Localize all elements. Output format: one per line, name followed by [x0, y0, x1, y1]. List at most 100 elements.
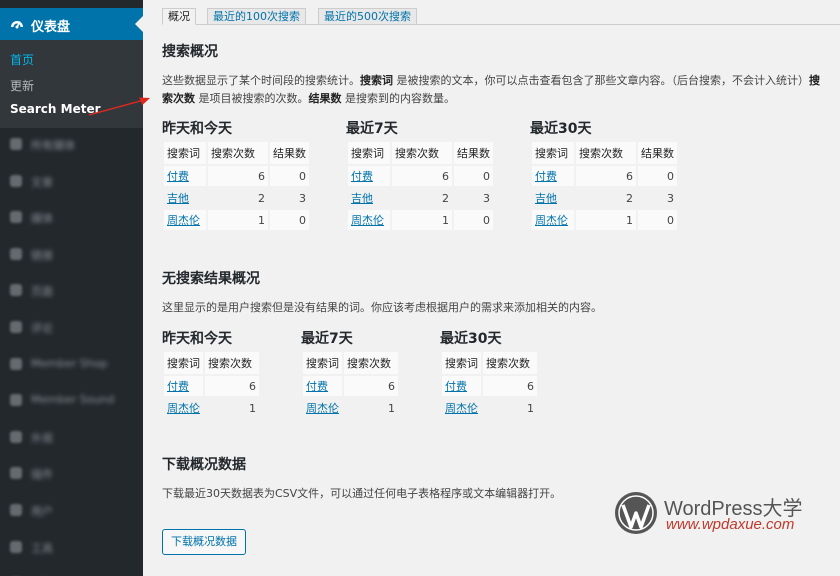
- search-term-link[interactable]: 周杰伦: [535, 214, 568, 227]
- search-term-link[interactable]: 付费: [351, 170, 373, 183]
- stats-table-7days: 搜索词 搜索次数 结果数 付费 6 0 吉他 2 3 周杰伦 1 0: [346, 140, 495, 232]
- column-header: 搜索词: [532, 142, 574, 164]
- sidebar-menu-item[interactable]: 链接: [0, 243, 143, 265]
- column-header: 搜索词: [442, 352, 481, 374]
- keyword-results: 结果数: [308, 92, 342, 105]
- sidebar-menu-item[interactable]: Member Shop: [0, 353, 143, 375]
- sidebar-menu-label: Member Shop: [31, 356, 108, 370]
- search-count-cell: 6: [576, 166, 636, 186]
- stats-table-today: 搜索词 搜索次数 结果数 付费 6 0 吉他 2 3 周杰伦 1 0: [162, 140, 311, 232]
- sidebar-menu-item[interactable]: 文章: [0, 170, 143, 192]
- plugins-icon: [10, 467, 22, 480]
- table-row: 吉他 2 3: [164, 188, 309, 208]
- search-term-cell: 周杰伦: [442, 398, 481, 418]
- search-count-cell: 2: [208, 188, 268, 208]
- sidebar-menu-item[interactable]: 所有媒体: [0, 133, 143, 155]
- search-count-cell: 1: [208, 210, 268, 230]
- users-icon: [10, 504, 22, 516]
- search-count-cell: 1: [205, 398, 259, 418]
- sidebar-menu-item[interactable]: 插件: [0, 462, 143, 484]
- plugin-icon: [10, 394, 22, 407]
- table-row: 付费 6 0: [532, 166, 677, 186]
- submenu-home[interactable]: 首页: [10, 51, 34, 68]
- column-header: 搜索次数: [344, 352, 398, 374]
- table-row: 吉他 2 3: [532, 188, 677, 208]
- stats-table-30days: 搜索词 搜索次数 结果数 付费 6 0 吉他 2 3 周杰伦 1 0: [530, 140, 679, 232]
- column-header: 搜索次数: [208, 142, 268, 164]
- search-count-cell: 6: [208, 166, 268, 186]
- search-term-link[interactable]: 周杰伦: [167, 214, 200, 227]
- column-header: 搜索次数: [205, 352, 259, 374]
- download-summary-button[interactable]: 下载概况数据: [162, 529, 246, 555]
- sidebar-menu-item[interactable]: 媒体: [0, 206, 143, 228]
- sidebar-menu-item[interactable]: 评论: [0, 316, 143, 338]
- sidebar-menu-item[interactable]: 工具: [0, 536, 143, 558]
- noresult-table-30days: 搜索词 搜索次数 付费 6 周杰伦 1: [440, 350, 539, 420]
- search-term-link[interactable]: 吉他: [535, 192, 557, 205]
- appearance-icon: [10, 430, 22, 443]
- search-term-link[interactable]: 周杰伦: [351, 214, 384, 227]
- no-result-title: 无搜索结果概况: [162, 271, 260, 287]
- wpdaxue-watermark: WordPress大学 www.wpdaxue.com: [614, 491, 814, 535]
- search-term-link[interactable]: 付费: [167, 380, 189, 393]
- search-term-link[interactable]: 付费: [306, 380, 328, 393]
- table-header-row: 搜索词 搜索次数 结果数: [164, 142, 309, 164]
- search-term-link[interactable]: 付费: [167, 170, 189, 183]
- column-header: 搜索词: [348, 142, 390, 164]
- table-row: 周杰伦 1 0: [164, 210, 309, 230]
- sidebar-menu-label: 工具: [31, 541, 53, 555]
- search-count-cell: 1: [576, 210, 636, 230]
- search-term-cell: 付费: [442, 376, 481, 396]
- stats-title-30days: 最近30天: [530, 121, 592, 137]
- search-count-cell: 1: [344, 398, 398, 418]
- tab-recent-500[interactable]: 最近的500次搜索: [318, 8, 417, 25]
- table-row: 付费 6 0: [164, 166, 309, 186]
- search-count-cell: 6: [392, 166, 452, 186]
- search-term-link[interactable]: 周杰伦: [445, 402, 478, 415]
- noresult-title-30days: 最近30天: [440, 331, 502, 347]
- search-summary-description: 这些数据显示了某个时间段的搜索统计。搜索词 是被搜索的文本，你可以点击查看包含了…: [162, 74, 820, 105]
- search-count-cell: 1: [483, 398, 537, 418]
- result-count-cell: 0: [638, 210, 677, 230]
- sidebar-menu-item[interactable]: Member Sound: [0, 389, 143, 411]
- table-header-row: 搜索词 搜索次数: [164, 352, 259, 374]
- sidebar-menu-item[interactable]: 外观: [0, 426, 143, 448]
- search-count-cell: 2: [392, 188, 452, 208]
- submenu-updates[interactable]: 更新: [10, 77, 34, 94]
- sidebar-menu-item[interactable]: 设置: [0, 572, 143, 576]
- search-term-link[interactable]: 付费: [535, 170, 557, 183]
- menu-item-dashboard[interactable]: 仪表盘: [0, 8, 143, 40]
- search-term-cell: 周杰伦: [532, 210, 574, 230]
- sidebar-menu-label: 评论: [31, 322, 53, 335]
- result-count-cell: 0: [454, 166, 493, 186]
- table-header-row: 搜索词 搜索次数 结果数: [348, 142, 493, 164]
- search-term-link[interactable]: 周杰伦: [306, 402, 339, 415]
- links-icon: [10, 247, 22, 260]
- search-term-link[interactable]: 吉他: [351, 192, 373, 205]
- tab-recent-100[interactable]: 最近的100次搜索: [207, 8, 306, 25]
- red-arrow-annotation: [88, 97, 150, 116]
- search-term-link[interactable]: 付费: [445, 380, 467, 393]
- search-term-link[interactable]: 周杰伦: [167, 402, 200, 415]
- table-row: 吉他 2 3: [348, 188, 493, 208]
- sidebar-menu-item[interactable]: 页面: [0, 279, 143, 301]
- search-term-cell: 付费: [303, 376, 342, 396]
- search-term-cell: 付费: [348, 166, 390, 186]
- pages-icon: [10, 284, 22, 297]
- search-term-cell: 周杰伦: [303, 398, 342, 418]
- search-term-cell: 周杰伦: [164, 398, 203, 418]
- sidebar-menu-label: 链接: [31, 248, 53, 262]
- sidebar-menu-label: 用户: [31, 505, 53, 518]
- result-count-cell: 0: [270, 166, 309, 186]
- sidebar-menu-label: 页面: [31, 285, 53, 299]
- search-term-link[interactable]: 吉他: [167, 192, 189, 205]
- watermark-url: www.wpdaxue.com: [666, 516, 795, 533]
- column-header: 结果数: [638, 142, 677, 164]
- result-count-cell: 0: [454, 210, 493, 230]
- submenu-search-meter[interactable]: Search Meter: [10, 102, 101, 116]
- tools-icon: [10, 540, 22, 553]
- sidebar-menu-label: 所有媒体: [31, 139, 75, 152]
- column-header: 结果数: [454, 142, 493, 164]
- tab-overview[interactable]: 概况: [162, 8, 196, 25]
- sidebar-menu-item[interactable]: 用户: [0, 499, 143, 521]
